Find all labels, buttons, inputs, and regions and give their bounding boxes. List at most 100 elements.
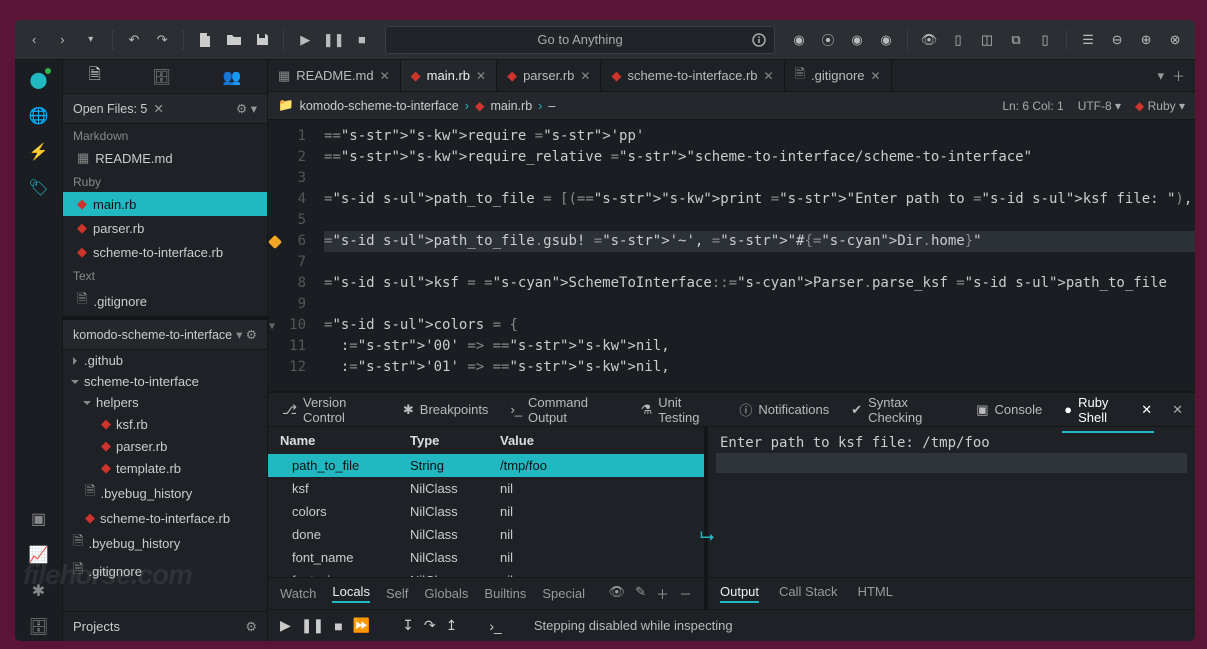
layout-4-button[interactable]: ▯ — [1033, 28, 1057, 52]
rail-chart-icon[interactable]: 📈 — [25, 541, 53, 569]
bottom-tab[interactable]: ⎇Version Control — [280, 395, 383, 425]
file-tab[interactable]: ◆scheme-to-interface.rb✕ — [601, 60, 784, 91]
bottom-tab[interactable]: ⚗Unit Testing — [639, 395, 720, 425]
debug-stop-button[interactable]: ■ — [334, 618, 342, 634]
tab-close-icon[interactable]: ✕ — [871, 69, 881, 83]
variable-row[interactable]: path_to_file String /tmp/foo — [268, 454, 704, 477]
file-tab[interactable]: ▦README.md✕ — [268, 60, 401, 91]
sidebar-tab-users-icon[interactable]: 👥 — [223, 68, 242, 86]
tree-node[interactable]: scheme-to-interface — [63, 371, 267, 392]
debug-step-out-button[interactable]: ↥ — [446, 617, 458, 634]
debug-console-icon[interactable]: ›_ — [489, 618, 501, 634]
scope-eye-icon[interactable]: 👁 — [609, 584, 626, 603]
tree-node[interactable]: 🗎.byebug_history — [63, 529, 267, 557]
nav-forward-button[interactable]: › — [51, 28, 73, 52]
file-tab[interactable]: ◆parser.rb✕ — [497, 60, 601, 91]
scope-tab[interactable]: Globals — [424, 586, 468, 601]
new-file-button[interactable] — [194, 28, 216, 52]
open-file-item[interactable]: ◆main.rb — [63, 192, 267, 216]
tab-close-icon[interactable]: ✕ — [380, 69, 390, 83]
encoding-selector[interactable]: UTF-8 ▾ — [1078, 99, 1121, 113]
minimize-button[interactable]: ⊖ — [1105, 28, 1129, 52]
open-file-item[interactable]: ◆scheme-to-interface.rb — [63, 240, 267, 264]
project-gear-icon[interactable]: ⚙ — [246, 327, 257, 342]
open-files-gear-icon[interactable]: ⚙ ▾ — [236, 101, 257, 116]
pause-button[interactable]: ❚❚ — [322, 28, 344, 52]
variable-row[interactable]: colors NilClass nil — [268, 500, 704, 523]
file-tab[interactable]: 🗎.gitignore✕ — [785, 60, 892, 91]
rail-bolt-icon[interactable]: ⚡ — [25, 138, 53, 166]
tree-node[interactable]: .github — [63, 350, 267, 371]
scope-tab[interactable]: Builtins — [484, 586, 526, 601]
debug-pause-button[interactable]: ❚❚ — [301, 617, 324, 634]
tree-node[interactable]: ◆template.rb — [63, 457, 267, 479]
code-editor[interactable]: ▼ 123456789101112 =="s-str">"s-kw">requi… — [268, 120, 1195, 391]
file-tab[interactable]: ◆main.rb✕ — [401, 60, 497, 91]
nav-forward-menu[interactable]: ▾ — [80, 28, 102, 52]
tree-node[interactable]: helpers — [63, 392, 267, 413]
layout-1-button[interactable]: ▯ — [946, 28, 970, 52]
bottom-tab[interactable]: ⓘNotifications — [737, 400, 831, 419]
tree-node[interactable]: 🗎.gitignore — [63, 557, 267, 585]
bottom-tab-close-icon[interactable]: ✕ — [1141, 402, 1152, 418]
variable-row[interactable]: done NilClass nil — [268, 523, 704, 546]
stop-button[interactable]: ■ — [351, 28, 373, 52]
scope-remove-icon[interactable]: － — [679, 584, 692, 603]
rail-tag-icon[interactable]: 🏷 — [25, 174, 53, 202]
tree-node[interactable]: ◆parser.rb — [63, 435, 267, 457]
variable-row[interactable]: font_size NilClass nil — [268, 569, 704, 577]
rail-terminal-icon[interactable]: ▣ — [25, 505, 53, 533]
sidebar-tab-db-icon[interactable]: 🗄 — [152, 68, 171, 86]
scope-edit-icon[interactable]: ✎ — [635, 584, 646, 603]
pause-macro-button[interactable]: ⦿ — [816, 28, 840, 52]
debug-step-over-button[interactable]: ↷ — [424, 617, 436, 634]
undo-button[interactable]: ↶ — [123, 28, 145, 52]
breadcrumb-file[interactable]: main.rb — [490, 99, 532, 113]
rail-database-icon[interactable]: 🗄 — [25, 613, 53, 641]
bottom-panel-close-icon[interactable]: ✕ — [1172, 402, 1183, 418]
tab-overflow-icon[interactable]: ▾ — [1157, 68, 1164, 84]
terminal[interactable]: Enter path to ksf file: /tmp/foo ⮡ — [708, 427, 1195, 577]
menu-button[interactable]: ☰ — [1076, 28, 1100, 52]
scope-tab[interactable]: Watch — [280, 586, 316, 601]
layout-2-button[interactable]: ◫ — [975, 28, 999, 52]
variable-row[interactable]: font_name NilClass nil — [268, 546, 704, 569]
projects-gear-icon[interactable]: ⚙ — [245, 619, 257, 635]
bottom-tab[interactable]: ✱Breakpoints — [401, 402, 491, 418]
tab-close-icon[interactable]: ✕ — [580, 69, 590, 83]
open-file-item[interactable]: ◆parser.rb — [63, 216, 267, 240]
sidebar-tab-files-icon[interactable]: 🗎 — [89, 64, 101, 89]
bottom-tab[interactable]: ✔Syntax Checking — [849, 395, 956, 425]
maximize-button[interactable]: ⊕ — [1134, 28, 1158, 52]
bottom-tab[interactable]: ▣Console — [974, 402, 1044, 418]
record-macro-button[interactable]: ◉ — [787, 28, 811, 52]
tree-node[interactable]: ◆scheme-to-interface.rb — [63, 507, 267, 529]
nav-back-button[interactable]: ‹ — [23, 28, 45, 52]
tab-close-icon[interactable]: ✕ — [764, 69, 774, 83]
new-tab-button[interactable]: ＋ — [1172, 66, 1185, 85]
rail-star-icon[interactable]: ✱ — [25, 577, 53, 605]
save-button[interactable] — [251, 28, 273, 52]
save-macro-button[interactable]: ◉ — [874, 28, 898, 52]
debug-step-in-button[interactable]: ↧ — [402, 617, 414, 634]
debug-play-button[interactable]: ▶ — [280, 617, 291, 634]
shell-tab[interactable]: HTML — [858, 584, 893, 603]
open-file-item[interactable]: ▦README.md — [63, 146, 267, 170]
layout-3-button[interactable]: ⧉ — [1004, 28, 1028, 52]
breadcrumb-folder[interactable]: komodo-scheme-to-interface — [300, 99, 459, 113]
open-files-close-icon[interactable]: ✕ — [153, 101, 163, 116]
scope-tab[interactable]: Special — [542, 586, 585, 601]
variable-row[interactable]: ksf NilClass nil — [268, 477, 704, 500]
bottom-tab[interactable]: ›_Command Output — [508, 395, 620, 425]
run-button[interactable]: ▶ — [294, 28, 316, 52]
shell-tab[interactable]: Call Stack — [779, 584, 838, 603]
tree-node[interactable]: ◆ksf.rb — [63, 413, 267, 435]
rail-explorer-icon[interactable]: ⬤ — [25, 66, 53, 94]
goto-anything-input[interactable]: Go to Anything — [385, 26, 775, 54]
preview-button[interactable]: 👁 — [917, 28, 941, 52]
redo-button[interactable]: ↷ — [151, 28, 173, 52]
language-selector[interactable]: ◆ Ruby ▾ — [1135, 99, 1185, 113]
tab-close-icon[interactable]: ✕ — [476, 69, 486, 83]
play-macro-button[interactable]: ◉ — [845, 28, 869, 52]
shell-tab[interactable]: Output — [720, 584, 759, 603]
